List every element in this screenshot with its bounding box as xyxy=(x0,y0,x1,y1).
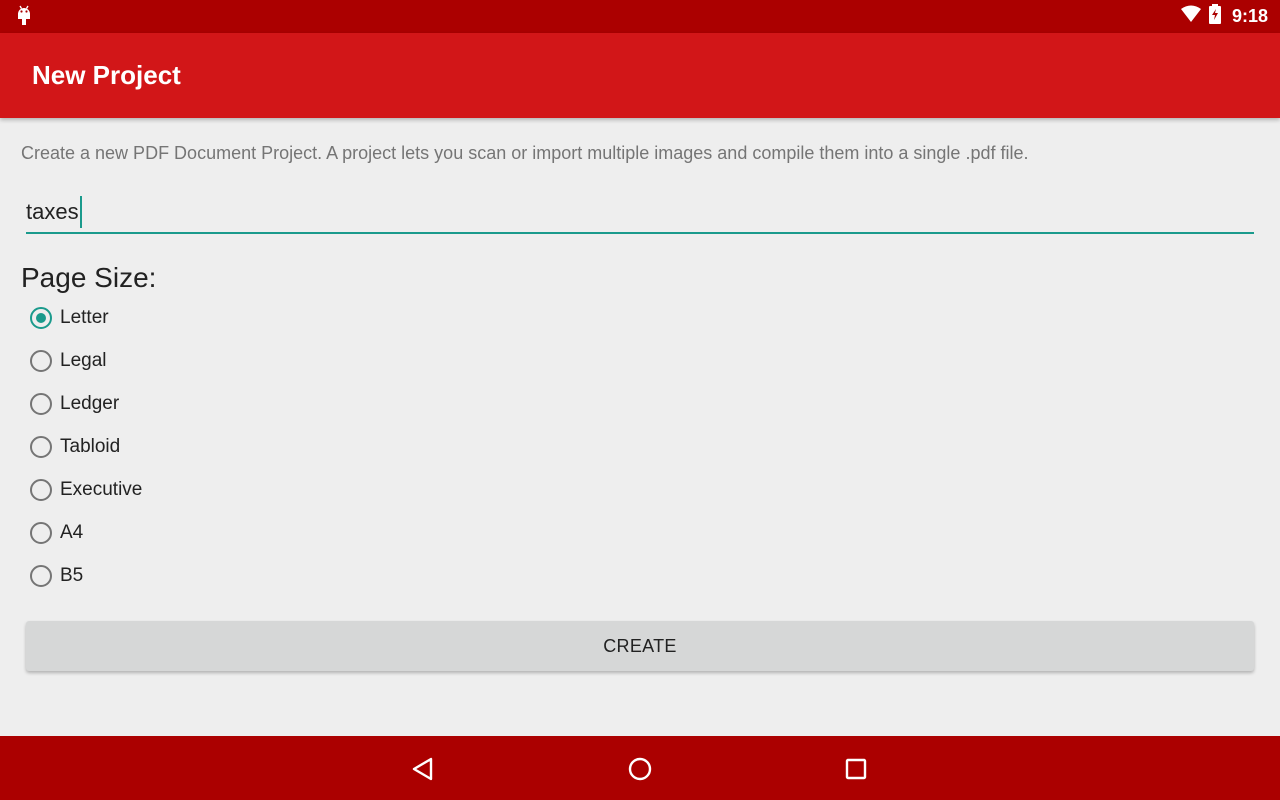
battery-icon xyxy=(1208,4,1222,29)
radio-option-executive[interactable]: Executive xyxy=(26,470,142,510)
page-size-heading: Page Size: xyxy=(21,262,157,293)
radio-button-icon xyxy=(30,393,52,415)
radio-button-icon xyxy=(30,350,52,372)
android-icon xyxy=(16,5,32,32)
project-name-value: taxes xyxy=(26,199,79,224)
page-title: New Project xyxy=(32,60,181,90)
radio-button-icon xyxy=(30,522,52,544)
radio-option-b5[interactable]: B5 xyxy=(26,556,83,596)
project-name-input[interactable]: taxes xyxy=(26,194,1254,234)
home-icon[interactable] xyxy=(627,756,653,782)
radio-button-icon xyxy=(30,436,52,458)
radio-option-legal[interactable]: Legal xyxy=(26,341,107,381)
radio-label: Letter xyxy=(60,307,109,328)
radio-option-ledger[interactable]: Ledger xyxy=(26,384,119,424)
status-bar: 9:18 xyxy=(0,0,1280,33)
radio-label: Legal xyxy=(60,350,107,371)
wifi-icon xyxy=(1180,5,1202,28)
app-bar: New Project xyxy=(0,33,1280,118)
new-project-form: Create a new PDF Document Project. A pro… xyxy=(0,118,1280,736)
radio-option-a4[interactable]: A4 xyxy=(26,513,83,553)
status-clock: 9:18 xyxy=(1231,6,1268,26)
radio-button-icon xyxy=(30,479,52,501)
navigation-bar xyxy=(0,736,1280,800)
radio-label: Executive xyxy=(60,479,143,500)
radio-label: Ledger xyxy=(60,393,120,414)
recents-icon[interactable] xyxy=(843,756,869,782)
description-text: Create a new PDF Document Project. A pro… xyxy=(21,143,1029,163)
radio-option-tabloid[interactable]: Tabloid xyxy=(26,427,120,467)
radio-option-letter[interactable]: Letter xyxy=(26,298,109,338)
radio-label: A4 xyxy=(60,522,84,543)
back-icon[interactable] xyxy=(411,756,437,782)
radio-button-icon xyxy=(30,307,52,329)
radio-label: B5 xyxy=(60,565,84,586)
radio-button-icon xyxy=(30,565,52,587)
create-button[interactable]: CREATE xyxy=(26,621,1254,671)
radio-label: Tabloid xyxy=(60,436,121,457)
text-cursor xyxy=(80,196,82,228)
